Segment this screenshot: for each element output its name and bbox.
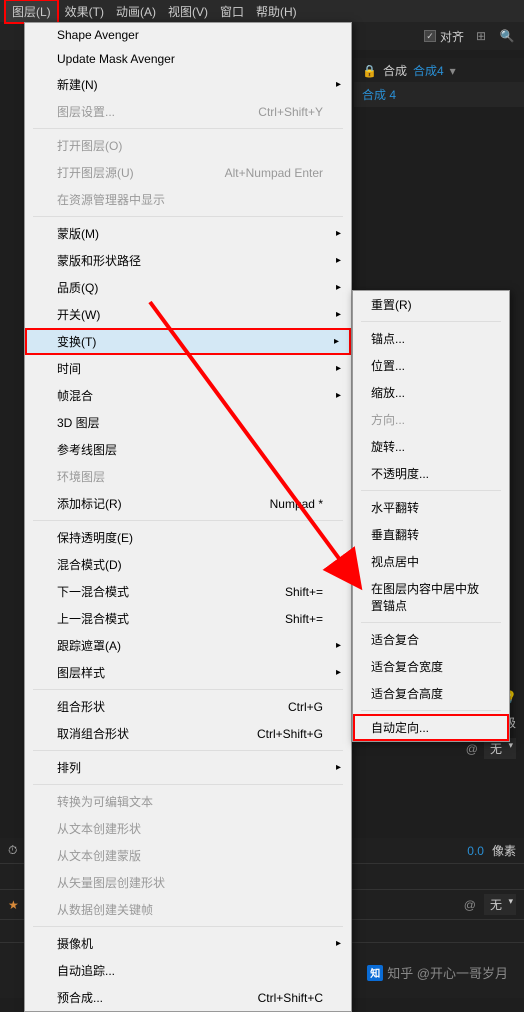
comp-name[interactable]: 合成4 — [413, 62, 444, 79]
menubar: 图层(L) 效果(T) 动画(A) 视图(V) 窗口 帮助(H) — [0, 0, 524, 22]
dropdown-icon[interactable]: ▾ — [450, 64, 456, 78]
align-label: 对齐 — [440, 28, 464, 45]
mi-arrange[interactable]: 排列 — [25, 754, 351, 781]
lock-icon: 🔒 — [362, 64, 377, 78]
mi-layer-settings: 图层设置...Ctrl+Shift+Y — [25, 98, 351, 125]
mi-marker[interactable]: 添加标记(R)Numpad * — [25, 490, 351, 517]
separator — [33, 689, 343, 690]
smi-fit-comp[interactable]: 适合复合 — [353, 626, 509, 653]
mi-quality[interactable]: 品质(Q) — [25, 274, 351, 301]
stopwatch-icon[interactable]: ⏱ — [8, 843, 17, 858]
menu-help[interactable]: 帮助(H) — [250, 1, 303, 22]
smi-scale[interactable]: 缩放... — [353, 379, 509, 406]
mi-3d[interactable]: 3D 图层 — [25, 409, 351, 436]
smi-flip-h[interactable]: 水平翻转 — [353, 494, 509, 521]
zhihu-icon: 知 — [367, 965, 383, 981]
mi-camera[interactable]: 摄像机 — [25, 930, 351, 957]
layer-menu: Shape Avenger Update Mask Avenger 新建(N) … — [24, 22, 352, 1012]
mi-open-source: 打开图层源(U)Alt+Numpad Enter — [25, 159, 351, 186]
smi-fit-w[interactable]: 适合复合宽度 — [353, 653, 509, 680]
mi-next-blend[interactable]: 下一混合模式Shift+= — [25, 578, 351, 605]
mask-exp-value[interactable]: 0.0 — [467, 844, 484, 858]
mi-frame-blend[interactable]: 帧混合 — [25, 382, 351, 409]
mi-ungroup[interactable]: 取消组合形状Ctrl+Shift+G — [25, 720, 351, 747]
smi-fit-h[interactable]: 适合复合高度 — [353, 680, 509, 707]
menu-view[interactable]: 视图(V) — [162, 1, 214, 22]
checkbox-icon: ✓ — [424, 30, 436, 42]
mi-shape-vec: 从矢量图层创建形状 — [25, 869, 351, 896]
mi-shape-text: 从文本创建形状 — [25, 815, 351, 842]
mi-shape-avenger[interactable]: Shape Avenger — [25, 23, 351, 47]
watermark-text: 知乎 @开心一哥岁月 — [387, 963, 508, 982]
comp-panel-row-2: 合成 4 — [354, 82, 524, 107]
separator — [361, 710, 501, 711]
unit-label: 像素 — [492, 842, 516, 859]
transform-submenu: 重置(R) 锚点... 位置... 缩放... 方向... 旋转... 不透明度… — [352, 290, 510, 742]
comp-label: 合成 — [383, 62, 407, 79]
mi-prev-blend[interactable]: 上一混合模式Shift+= — [25, 605, 351, 632]
separator — [33, 216, 343, 217]
mi-layer-style[interactable]: 图层样式 — [25, 659, 351, 686]
smi-opacity[interactable]: 不透明度... — [353, 460, 509, 487]
mi-mask-text: 从文本创建蒙版 — [25, 842, 351, 869]
search-icon[interactable]: 🔍 — [498, 27, 516, 45]
smi-reset[interactable]: 重置(R) — [353, 291, 509, 318]
menu-effect[interactable]: 效果(T) — [59, 1, 110, 22]
mi-keyframe-data: 从数据创建关键帧 — [25, 896, 351, 923]
smi-position[interactable]: 位置... — [353, 352, 509, 379]
mi-guide[interactable]: 参考线图层 — [25, 436, 351, 463]
tool-icon-1[interactable]: ⊞ — [472, 27, 490, 45]
separator — [33, 520, 343, 521]
mi-time[interactable]: 时间 — [25, 355, 351, 382]
separator — [361, 622, 501, 623]
watermark: 知 知乎 @开心一哥岁月 — [367, 963, 508, 982]
separator — [361, 490, 501, 491]
smi-orientation: 方向... — [353, 406, 509, 433]
pickwhip-icon[interactable]: @ — [464, 898, 476, 912]
mi-new[interactable]: 新建(N) — [25, 71, 351, 98]
mi-blend[interactable]: 混合模式(D) — [25, 551, 351, 578]
mi-track-matte[interactable]: 跟踪遮罩(A) — [25, 632, 351, 659]
mi-mask-shape[interactable]: 蒙版和形状路径 — [25, 247, 351, 274]
mi-env: 环境图层 — [25, 463, 351, 490]
separator — [33, 750, 343, 751]
mi-update-mask[interactable]: Update Mask Avenger — [25, 47, 351, 71]
mi-switch[interactable]: 开关(W) — [25, 301, 351, 328]
comp-name-2[interactable]: 合成 4 — [362, 86, 396, 103]
menu-window[interactable]: 窗口 — [214, 1, 250, 22]
mi-group[interactable]: 组合形状Ctrl+G — [25, 693, 351, 720]
star-icon: ★ — [8, 898, 19, 912]
mi-transform[interactable]: 变换(T) — [25, 328, 351, 355]
mi-open-layer: 打开图层(O) — [25, 132, 351, 159]
mi-convert: 转换为可编辑文本 — [25, 788, 351, 815]
separator — [33, 128, 343, 129]
mi-autotrace[interactable]: 自动追踪... — [25, 957, 351, 984]
separator — [33, 784, 343, 785]
smi-rotation[interactable]: 旋转... — [353, 433, 509, 460]
menu-layer[interactable]: 图层(L) — [4, 0, 59, 24]
pickwhip-icon[interactable]: @ — [466, 742, 478, 756]
smi-anchor[interactable]: 锚点... — [353, 325, 509, 352]
mi-mask[interactable]: 蒙版(M) — [25, 220, 351, 247]
smi-center-view[interactable]: 视点居中 — [353, 548, 509, 575]
menu-animation[interactable]: 动画(A) — [110, 1, 162, 22]
comp-panel-row-1: 🔒 合成 合成4 ▾ — [354, 58, 524, 83]
parent-dropdown-2[interactable]: 无 — [484, 894, 516, 915]
smi-flip-v[interactable]: 垂直翻转 — [353, 521, 509, 548]
smi-auto-orient[interactable]: 自动定向... — [353, 714, 509, 741]
separator — [361, 321, 501, 322]
smi-center-anchor[interactable]: 在图层内容中居中放置锚点 — [353, 575, 509, 619]
mi-preserve[interactable]: 保持透明度(E) — [25, 524, 351, 551]
mi-reveal: 在资源管理器中显示 — [25, 186, 351, 213]
separator — [33, 926, 343, 927]
align-toggle[interactable]: ✓ 对齐 — [424, 28, 464, 45]
